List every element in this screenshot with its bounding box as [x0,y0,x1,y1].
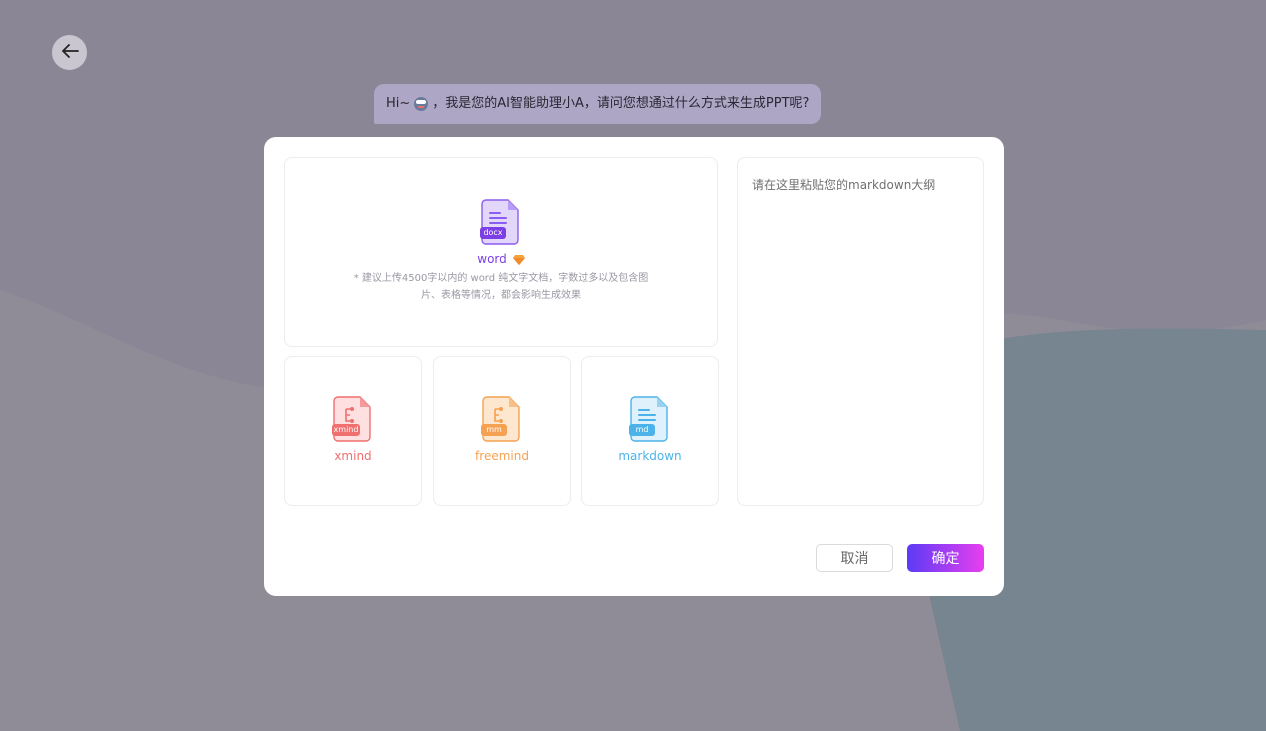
markdown-badge: md [635,425,649,434]
gem-icon [512,254,525,265]
freemind-file-icon: mm [481,395,523,443]
upload-word-card[interactable]: docx word * 建议上传4500字以内的 word 纯文字文档，字数过多… [284,157,718,347]
chat-greeting: Hi~ [386,96,411,111]
freemind-badge: mm [486,425,502,434]
markdown-outline-input[interactable] [737,157,984,506]
word-label-row: word [477,252,525,266]
upload-markdown-card[interactable]: md markdown [581,356,719,506]
docx-badge: docx [483,228,503,237]
generate-method-dialog: docx word * 建议上传4500字以内的 word 纯文字文档，字数过多… [264,137,1004,596]
cancel-button[interactable]: 取消 [816,544,893,572]
arrow-left-icon [60,43,80,62]
xmind-label: xmind [334,449,372,463]
assistant-chat-bubble: Hi~ ，我是您的AI智能助理小A，请问您想通过什么方式来生成PPT呢? [374,84,822,124]
back-button[interactable] [52,35,87,70]
xmind-badge: xmind [333,425,359,434]
docx-file-icon: docx [480,198,522,246]
markdown-label: markdown [618,449,682,463]
word-label: word [477,252,507,266]
markdown-file-icon: md [629,395,671,443]
upload-xmind-card[interactable]: xmind xmind [284,356,422,506]
confirm-button[interactable]: 确定 [907,544,984,572]
freemind-label: freemind [475,449,529,463]
upload-freemind-card[interactable]: mm freemind [433,356,571,506]
chat-question: ，我是您的AI智能助理小A，请问您想通过什么方式来生成PPT呢? [432,96,810,111]
xmind-file-icon: xmind [332,395,374,443]
robot-emoji-icon [414,97,429,111]
word-upload-hint: * 建议上传4500字以内的 word 纯文字文档，字数过多以及包含图片、表格等… [353,273,649,301]
